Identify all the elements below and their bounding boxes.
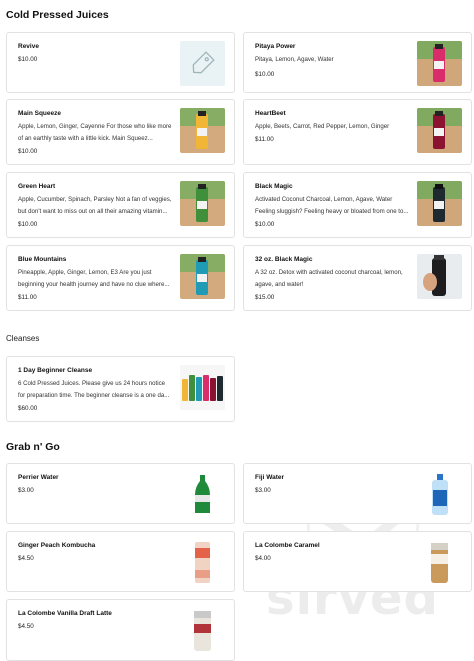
item-photo [417,540,462,585]
item-description: Apple, Lemon, Ginger, Cayenne For those … [18,123,172,142]
section-title-grab-n-go: Grab n' Go [6,441,60,453]
menu-item-blue-mountains[interactable]: Blue Mountains Pineapple, Apple, Ginger,… [6,245,235,311]
item-name: La Colombe Vanilla Draft Latte [18,610,112,617]
item-photo [180,540,225,585]
item-name: Black Magic [255,183,293,190]
item-price: $4.00 [255,555,271,562]
menu-page: sirved Cold Pressed Juices Revive $10.00… [0,0,474,661]
item-price: $10.00 [18,221,38,228]
item-name: Pitaya Power [255,43,296,50]
item-name: Fiji Water [255,474,285,481]
menu-item-green-heart[interactable]: Green Heart Apple, Cucumber, Spinach, Pa… [6,172,235,238]
menu-item-main-squeeze[interactable]: Main Squeeze Apple, Lemon, Ginger, Cayen… [6,99,235,165]
item-name: La Colombe Caramel [255,542,320,549]
item-name: 32 oz. Black Magic [255,256,313,263]
section-title-cold-pressed: Cold Pressed Juices [6,9,109,21]
item-price: $4.50 [18,623,34,630]
item-description: A 32 oz. Detox with activated coconut ch… [255,269,403,288]
menu-item-fiji-water[interactable]: Fiji Water $3.00 [243,463,472,524]
item-description: Apple, Cucumber, Spinach, Parsley Not a … [18,196,172,215]
menu-item-1-day-beginner-cleanse[interactable]: 1 Day Beginner Cleanse 6 Cold Pressed Ju… [6,356,235,422]
item-price: $4.50 [18,555,34,562]
item-photo [180,472,225,517]
menu-item-la-colombe-vanilla[interactable]: La Colombe Vanilla Draft Latte $4.50 [6,599,235,661]
menu-item-32oz-black-magic[interactable]: 32 oz. Black Magic A 32 oz. Detox with a… [243,245,472,311]
item-price: $11.00 [18,294,37,301]
item-name: Main Squeeze [18,110,61,117]
item-thumbnail [180,41,225,86]
item-description: Apple, Beets, Carrot, Red Pepper, Lemon,… [255,123,390,130]
item-price: $10.00 [18,56,38,63]
menu-item-ginger-peach-kombucha[interactable]: Ginger Peach Kombucha $4.50 [6,531,235,592]
item-name: Perrier Water [18,474,59,481]
item-name: Revive [18,43,39,50]
menu-item-black-magic[interactable]: Black Magic Activated Coconut Charcoal, … [243,172,472,238]
item-photo [180,181,225,226]
item-photo [417,254,462,299]
item-price: $60.00 [18,405,38,412]
item-price: $10.00 [18,148,38,155]
item-name: Green Heart [18,183,56,190]
menu-item-la-colombe-caramel[interactable]: La Colombe Caramel $4.00 [243,531,472,592]
item-price: $11.00 [255,136,274,143]
item-photo [417,41,462,86]
item-photo [180,608,225,653]
item-description: Pitaya, Lemon, Agave, Water [255,56,334,63]
menu-item-perrier-water[interactable]: Perrier Water $3.00 [6,463,235,524]
item-description: 6 Cold Pressed Juices. Please give us 24… [18,380,170,399]
item-name: 1 Day Beginner Cleanse [18,367,93,374]
item-description: Pineapple, Apple, Ginger, Lemon, E3 Are … [18,269,170,288]
item-price: $15.00 [255,294,275,301]
item-price: $10.00 [255,221,275,228]
item-photo [417,108,462,153]
menu-item-revive[interactable]: Revive $10.00 [6,32,235,93]
item-description: Activated Coconut Charcoal, Lemon, Agave… [255,196,409,215]
item-price: $3.00 [18,487,34,494]
section-title-cleanses: Cleanses [6,334,40,343]
item-price: $3.00 [255,487,271,494]
item-name: Blue Mountains [18,256,67,263]
item-photo [180,254,225,299]
item-name: Ginger Peach Kombucha [18,542,96,549]
item-photo [180,108,225,153]
item-name: HeartBeet [255,110,286,117]
item-photo [417,181,462,226]
item-price: $10.00 [255,71,275,78]
price-tag-icon [192,51,215,74]
item-photo [180,365,225,410]
menu-item-heartbeet[interactable]: HeartBeet Apple, Beets, Carrot, Red Pepp… [243,99,472,165]
item-photo [417,472,462,517]
menu-item-pitaya-power[interactable]: Pitaya Power Pitaya, Lemon, Agave, Water… [243,32,472,93]
